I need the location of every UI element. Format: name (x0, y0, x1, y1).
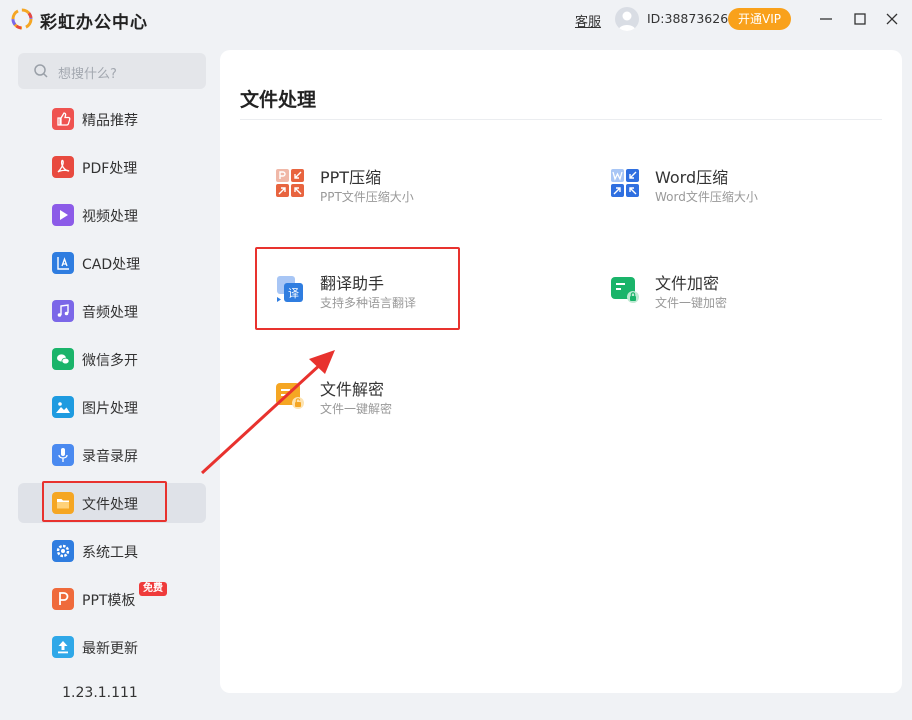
maximize-icon[interactable] (850, 9, 870, 29)
sidebar-item-video[interactable]: 视频处理 (18, 195, 206, 235)
divider (240, 119, 882, 120)
app-title: 彩虹办公中心 (40, 13, 148, 33)
sidebar-item-latest-updates[interactable]: 最新更新 (18, 627, 206, 667)
sidebar-item-pdf[interactable]: PDF处理 (18, 147, 206, 187)
sidebar-item-image[interactable]: 图片处理 (18, 387, 206, 427)
pdf-icon (52, 156, 74, 178)
tool-name: PPT压缩 (320, 168, 382, 187)
tool-file-encrypt[interactable]: 文件加密 文件一键加密 (610, 266, 870, 326)
app-logo-icon (11, 8, 33, 30)
tool-name: 文件加密 (655, 274, 720, 293)
ppt-icon (52, 588, 74, 610)
customer-service-link[interactable]: 客服 (575, 11, 601, 30)
sidebar-item-wechat[interactable]: 微信多开 (18, 339, 206, 379)
free-badge: 免费 (139, 582, 167, 596)
tool-description: Word文件压缩大小 (655, 190, 758, 204)
gear-icon (52, 540, 74, 562)
sidebar-item-label: 图片处理 (82, 401, 138, 417)
main-panel: 文件处理 PPT压缩 PPT文件压缩大小 Word压缩 Word文件压缩大小 译… (220, 50, 902, 693)
user-icon (618, 11, 636, 31)
sidebar-item-label: 微信多开 (82, 353, 138, 369)
sidebar-item-label: 最新更新 (82, 641, 138, 657)
sidebar-item-featured[interactable]: 精品推荐 (18, 99, 206, 139)
sidebar-item-audio[interactable]: 音频处理 (18, 291, 206, 331)
tool-ppt-compress[interactable]: PPT压缩 PPT文件压缩大小 (275, 160, 535, 220)
sidebar-item-cad[interactable]: CAD处理 (18, 243, 206, 283)
cad-icon (52, 252, 74, 274)
search-input[interactable]: 想搜什么? (18, 53, 206, 89)
sidebar-item-ppt-template[interactable]: PPT模板 免费 (18, 579, 206, 619)
highlight-box-sidebar (42, 481, 167, 522)
ppt-compress-icon (276, 169, 304, 197)
sidebar-item-label: 系统工具 (82, 545, 138, 561)
sidebar-item-label: 录音录屏 (82, 449, 138, 465)
highlight-box-translation (255, 247, 460, 330)
tool-description: 文件一键解密 (320, 402, 393, 416)
wechat-icon (52, 348, 74, 370)
word-compress-icon (611, 169, 639, 197)
tool-description: PPT文件压缩大小 (320, 190, 414, 204)
search-icon (34, 64, 48, 78)
music-icon (52, 300, 74, 322)
page-title: 文件处理 (240, 89, 317, 111)
avatar[interactable] (615, 7, 639, 31)
search-placeholder: 想搜什么? (58, 67, 117, 82)
title-bar: 彩虹办公中心 客服 ID:38873626 开通VIP (0, 0, 912, 38)
sidebar: 想搜什么? 精品推荐 PDF处理 视频处理 CAD处理 音频处理 微信多开 图片… (0, 38, 220, 720)
image-icon (52, 396, 74, 418)
open-vip-button[interactable]: 开通VIP (728, 8, 791, 30)
sidebar-item-label: 视频处理 (82, 209, 138, 225)
sidebar-item-label: PPT模板 (82, 593, 136, 609)
microphone-icon (52, 444, 74, 466)
tool-name: 文件解密 (320, 380, 385, 399)
sidebar-item-label: PDF处理 (82, 161, 138, 177)
sidebar-item-label: CAD处理 (82, 257, 141, 273)
file-lock-icon (611, 277, 639, 303)
tool-name: Word压缩 (655, 168, 729, 187)
video-play-icon (52, 204, 74, 226)
tool-word-compress[interactable]: Word压缩 Word文件压缩大小 (610, 160, 870, 220)
upload-icon (52, 636, 74, 658)
sidebar-item-system-tools[interactable]: 系统工具 (18, 531, 206, 571)
file-unlock-icon (276, 383, 304, 409)
thumbs-up-icon (52, 108, 74, 130)
user-id: ID:38873626 (647, 11, 729, 26)
sidebar-item-label: 音频处理 (82, 305, 138, 321)
sidebar-item-label: 精品推荐 (82, 113, 138, 129)
tool-file-decrypt[interactable]: 文件解密 文件一键解密 (275, 372, 535, 432)
tool-description: 文件一键加密 (655, 296, 728, 310)
version-label: 1.23.1.111 (62, 685, 138, 701)
close-icon[interactable] (882, 9, 902, 29)
minimize-icon[interactable] (816, 9, 836, 29)
sidebar-item-recording[interactable]: 录音录屏 (18, 435, 206, 475)
